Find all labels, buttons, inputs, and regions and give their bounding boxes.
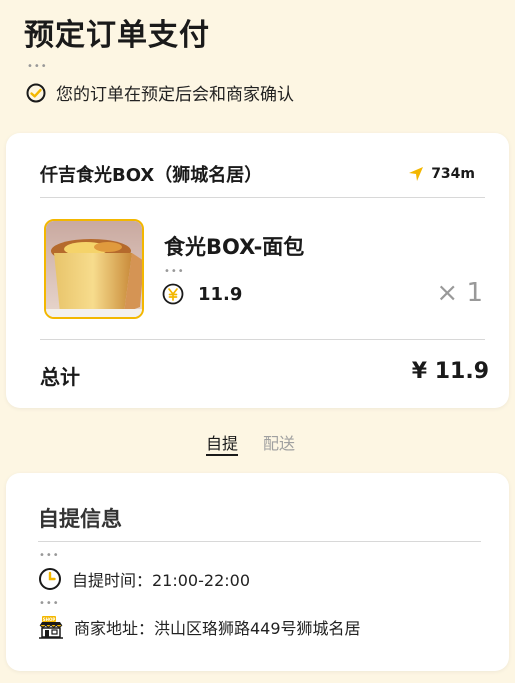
store-address-row[interactable]: SHOP 商家地址：洪山区珞狮路449号狮城名居 <box>38 614 361 640</box>
dots-decoration: ••• <box>39 550 60 561</box>
tab-pickup[interactable]: 自提 <box>206 430 239 456</box>
page-title: 预定订单支付 <box>24 18 210 53</box>
delivery-tabs: 自提 配送 <box>0 430 515 460</box>
store-name: 仟吉食光BOX（狮城名居） <box>40 165 263 186</box>
notice-text: 您的订单在预定后会和商家确认 <box>56 85 294 105</box>
dots-decoration: ••• <box>164 266 185 277</box>
product-price: 11.9 <box>198 283 243 305</box>
egg-tart-image <box>46 221 142 317</box>
product-image[interactable] <box>44 219 144 319</box>
distance-badge[interactable]: 734m <box>407 165 475 183</box>
pickup-title: 自提信息 <box>38 507 122 531</box>
shop-icon: SHOP <box>39 616 63 639</box>
dots-decoration: ••• <box>27 61 48 72</box>
pickup-time: 自提时间：21:00-22:00 <box>72 571 250 590</box>
order-card: 仟吉食光BOX（狮城名居） 734m 食光BOX-面包 ••• 11.9 × 1… <box>6 133 509 408</box>
store-address: 商家地址：洪山区珞狮路449号狮城名居 <box>74 619 361 638</box>
yen-circle-icon <box>162 283 184 305</box>
dots-decoration: ••• <box>39 598 60 609</box>
confirm-notice: 您的订单在预定后会和商家确认 <box>26 80 294 105</box>
divider <box>40 197 485 198</box>
divider <box>38 541 481 542</box>
total-label: 总计 <box>40 365 80 389</box>
divider <box>40 339 485 340</box>
navigation-arrow-icon <box>409 167 424 181</box>
svg-text:SHOP: SHOP <box>43 617 56 622</box>
pickup-info-card: 自提信息 ••• 自提时间：21:00-22:00 ••• SHOP 商家地址：… <box>6 473 509 671</box>
check-circle-icon <box>26 83 46 102</box>
quantity: × 1 <box>436 278 483 308</box>
total-value: ¥ 11.9 <box>411 359 489 384</box>
store-row[interactable]: 仟吉食光BOX（狮城名居） 734m <box>40 161 475 187</box>
clock-icon <box>39 568 61 590</box>
tab-delivery[interactable]: 配送 <box>263 430 295 454</box>
product-name: 食光BOX-面包 <box>164 235 305 259</box>
price-row: 11.9 <box>162 283 242 305</box>
distance-text: 734m <box>431 166 475 182</box>
pickup-time-row: 自提时间：21:00-22:00 <box>38 567 250 591</box>
